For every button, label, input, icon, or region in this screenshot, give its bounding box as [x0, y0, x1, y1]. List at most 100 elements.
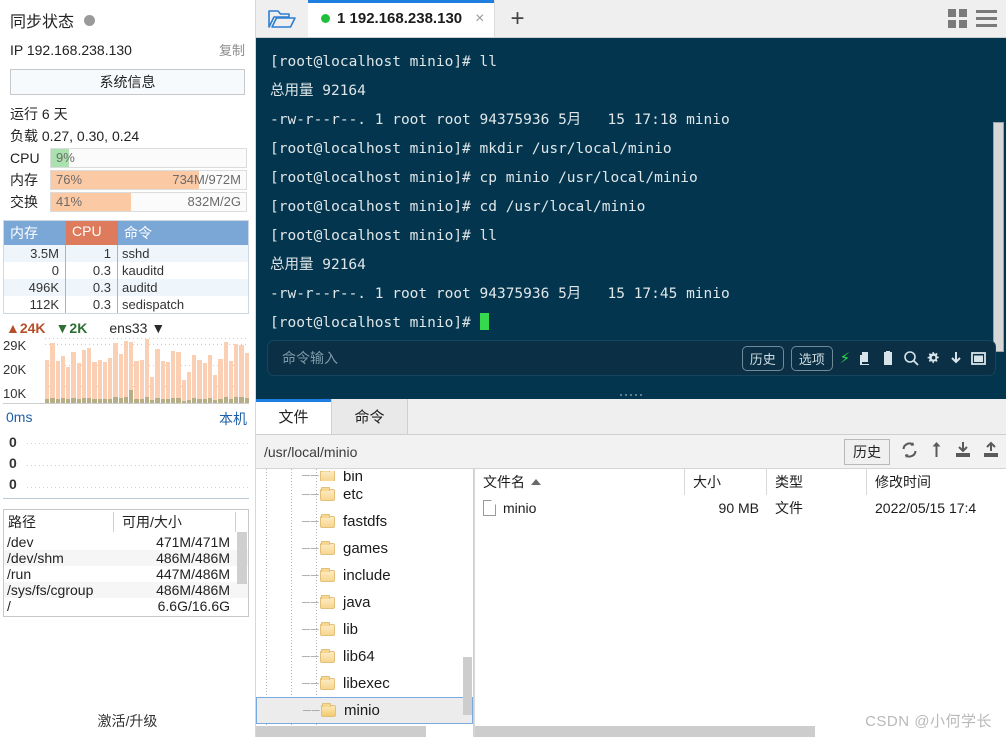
list-item[interactable]: minio 90 MB 文件 2022/05/15 17:4 [475, 495, 1006, 521]
network-bar [123, 338, 128, 403]
table-row[interactable]: /sys/fs/cgroup 486M/486M [4, 582, 248, 598]
table-row[interactable]: /dev/shm 486M/486M [4, 550, 248, 566]
search-icon[interactable] [903, 350, 919, 367]
column-header-type[interactable]: 类型 [767, 469, 867, 495]
network-bar [223, 338, 228, 403]
parent-directory-icon[interactable] [929, 441, 944, 462]
table-row[interactable]: /run 447M/486M [4, 566, 248, 582]
process-header-cpu[interactable]: CPU [66, 221, 118, 245]
pane-splitter[interactable] [256, 390, 1006, 399]
tree-item-label: lib [343, 621, 359, 638]
path-history-button[interactable]: 历史 [844, 438, 890, 465]
column-header-size[interactable]: 大小 [685, 469, 767, 495]
gear-icon[interactable] [926, 350, 942, 367]
terminal-tab-1[interactable]: 1 192.168.238.130 × [308, 0, 496, 37]
disk-header-size[interactable]: 可用/大小 [114, 512, 236, 532]
command-input-bar[interactable]: 命令输入 历史 选项 ⚡ [267, 340, 996, 376]
system-info-button[interactable]: 系统信息 [10, 69, 245, 95]
path-bar-actions: 历史 [844, 438, 1000, 465]
file-list-horizontal-scrollbar[interactable] [475, 726, 815, 737]
network-bar [97, 338, 102, 403]
upload-file-icon[interactable] [982, 441, 1000, 462]
sync-status-indicator-icon [84, 14, 96, 26]
tab-files[interactable]: 文件 [256, 399, 332, 434]
open-folder-button[interactable] [256, 0, 308, 37]
tree-item-lib[interactable]: ── lib [256, 616, 473, 643]
command-options-button[interactable]: 选项 [790, 345, 833, 371]
tree-item-etc[interactable]: ── etc [256, 481, 473, 508]
disk-value: 6.6G/16.6G [157, 598, 230, 614]
table-row[interactable]: 496K 0.3 auditd [4, 279, 248, 296]
current-path-label[interactable]: /usr/local/minio [264, 444, 357, 460]
tree-item-minio[interactable]: ── minio [256, 697, 473, 724]
folder-icon [320, 540, 335, 555]
network-bar [186, 338, 191, 403]
tree-vertical-scrollbar[interactable] [463, 657, 472, 715]
tree-item-libexec[interactable]: ── libexec [256, 670, 473, 697]
process-command: sedispatch [122, 297, 185, 312]
network-interface-selector[interactable]: ens33 ▼ [109, 320, 165, 336]
paste-icon[interactable] [880, 350, 896, 367]
table-row[interactable]: /dev 471M/471M [4, 534, 248, 550]
terminal-line: [root@localhost minio]# cd /usr/local/mi… [270, 199, 646, 215]
network-bar [228, 338, 233, 403]
folder-icon [320, 471, 335, 481]
tree-item-fastdfs[interactable]: ── fastdfs [256, 508, 473, 535]
ping-ytick: 0 [9, 454, 17, 471]
tree-item-label: games [343, 540, 389, 557]
command-input-placeholder[interactable]: 命令输入 [282, 348, 338, 368]
tree-branch-icon: ── [302, 677, 320, 690]
command-history-button[interactable]: 历史 [741, 345, 784, 371]
new-tab-button[interactable]: + [495, 0, 539, 37]
table-row[interactable]: / 6.6G/16.6G [4, 598, 248, 614]
folder-icon [320, 675, 335, 690]
window-icon[interactable] [970, 350, 987, 367]
tree-item-java[interactable]: ── java [256, 589, 473, 616]
tree-item-include[interactable]: ── include [256, 562, 473, 589]
process-table: 内存 CPU 命令 3.5M 1 sshd 0 0.3 kauditd 496K… [3, 220, 249, 314]
network-bar [139, 338, 144, 403]
network-bar [76, 338, 81, 403]
network-bar [71, 338, 76, 403]
table-row[interactable]: 112K 0.3 sedispatch [4, 296, 248, 313]
disk-header-path[interactable]: 路径 [4, 512, 114, 532]
uptime-label: 运行 6 天 [10, 106, 68, 122]
cpu-meter-label: CPU [10, 150, 40, 166]
tree-item-lib64[interactable]: ── lib64 [256, 643, 473, 670]
connected-status-icon [321, 14, 330, 23]
terminal-scrollbar[interactable] [993, 122, 1004, 352]
table-row[interactable]: 3.5M 1 sshd [4, 245, 248, 262]
network-ytick: 10K [3, 386, 27, 401]
disk-table-scrollbar[interactable] [237, 532, 247, 584]
copy-icon[interactable] [857, 350, 873, 367]
tab-commands[interactable]: 命令 [332, 399, 408, 434]
network-bar [165, 338, 170, 403]
tree-item-label: etc [343, 486, 364, 503]
terminal-output[interactable]: [root@localhost minio]# ll 总用量 92164 -rw… [256, 38, 1006, 390]
grid-layout-icon[interactable] [948, 9, 967, 28]
table-row[interactable]: 0 0.3 kauditd [4, 262, 248, 279]
cpu-meter-row: CPU 9% [0, 146, 255, 168]
network-bar [81, 338, 86, 403]
download-icon[interactable] [949, 350, 963, 367]
activate-upgrade-link[interactable]: 激活/升级 [0, 711, 255, 731]
quick-command-bolt-icon[interactable]: ⚡ [840, 348, 850, 368]
network-chart: 29K 20K 10K [3, 338, 249, 404]
ping-host-label[interactable]: 本机 [219, 409, 247, 429]
download-file-icon[interactable] [954, 441, 972, 462]
menu-icon[interactable] [976, 10, 997, 27]
tree-item-bin[interactable]: ── bin [256, 471, 473, 481]
process-header-command[interactable]: 命令 [118, 221, 248, 245]
column-header-filename[interactable]: 文件名 [475, 469, 685, 495]
file-icon [483, 500, 496, 516]
column-header-mtime[interactable]: 修改时间 [867, 469, 1006, 495]
close-icon[interactable]: × [475, 10, 484, 28]
tree-horizontal-scrollbar[interactable] [256, 726, 426, 737]
terminal-line: -rw-r--r--. 1 root root 94375936 5月 15 1… [270, 286, 730, 302]
process-header-memory[interactable]: 内存 [4, 221, 66, 245]
tree-item-games[interactable]: ── games [256, 535, 473, 562]
ping-ytick: 0 [9, 475, 17, 492]
refresh-icon[interactable] [900, 441, 919, 462]
network-bar [87, 338, 92, 403]
copy-ip-button[interactable]: 复制 [219, 40, 245, 59]
